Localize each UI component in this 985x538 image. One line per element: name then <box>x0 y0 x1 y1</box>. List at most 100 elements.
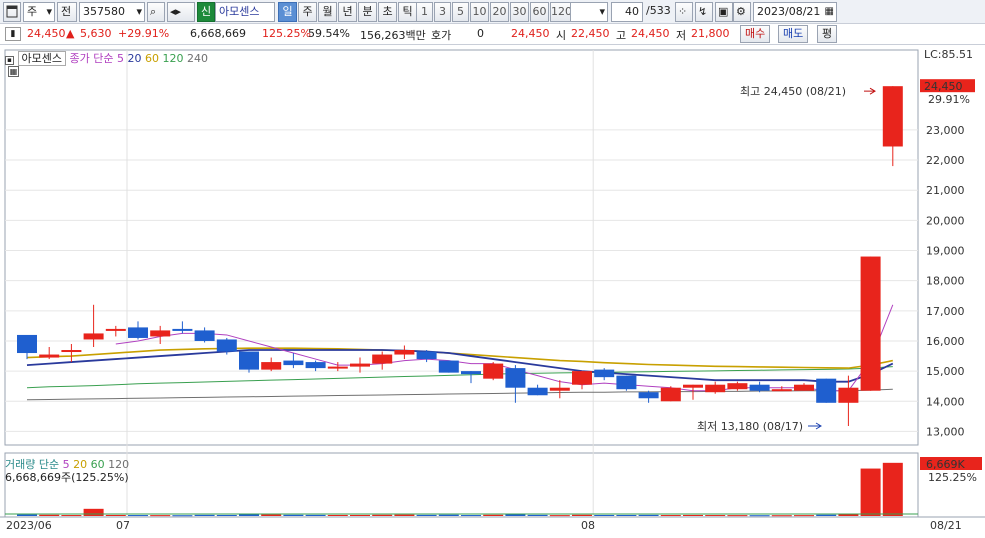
period-tab-2[interactable]: 월 <box>318 2 337 22</box>
x-tick-label: 08/21 <box>930 519 962 532</box>
chart-type-icon[interactable]: ▮ <box>5 27 21 41</box>
y-tick-label: 16,000 <box>926 335 965 348</box>
quote-bar: ▮ 24,450 ▲ 5,630 +29.91% 6,668,669 125.2… <box>0 24 985 45</box>
y-tick-label: 20,000 <box>926 214 965 227</box>
x-tick-label: 07 <box>116 519 130 532</box>
gear-icon[interactable]: ⚙ <box>733 2 751 22</box>
volume-bar <box>594 514 615 516</box>
turnover-rate: 59.54% <box>308 27 350 40</box>
minute-tab-30[interactable]: 30 <box>510 2 529 22</box>
hoga-label: 호가 <box>431 29 452 42</box>
volume-bar <box>416 514 437 516</box>
candle-body <box>172 328 193 331</box>
period-tab-3[interactable]: 년 <box>338 2 357 22</box>
candle-body <box>216 339 237 352</box>
minute-tab-20[interactable]: 20 <box>490 2 509 22</box>
toolbar: 주 ▾ 전 357580 ▾ ⌕ ◂▸ 신 아모센스 일주월년분초틱 1 3 5 10 20… <box>0 0 985 24</box>
low-price: 21,800 <box>691 27 730 40</box>
candle-body <box>816 378 837 403</box>
high-label: 고 <box>616 29 627 42</box>
history-arrows-icon[interactable]: ◂▸ <box>167 2 195 22</box>
period-tab-4[interactable]: 분 <box>358 2 377 22</box>
grid-table-icon[interactable]: ▦ <box>8 66 19 77</box>
date-input[interactable]: 2023/08/21 ▦ <box>753 2 837 22</box>
volume-bar <box>150 515 171 517</box>
candle-body <box>794 384 814 391</box>
volume-bar <box>261 514 282 516</box>
minute-tab-5[interactable]: 5 <box>452 2 469 22</box>
hoga-price: 24,450 <box>511 27 550 40</box>
interval-select[interactable]: ▾ <box>570 2 608 22</box>
ma-period-20: 20 <box>123 52 142 65</box>
sell-button[interactable]: 매도 <box>778 25 809 43</box>
last-price-text: 24,450 <box>924 80 963 93</box>
chart-check-icon[interactable]: ↯ <box>695 2 713 22</box>
candle-body <box>61 350 82 353</box>
market-type-select[interactable]: 주 ▾ <box>23 2 55 22</box>
window-icon[interactable] <box>3 2 21 22</box>
candle-body <box>327 366 348 369</box>
calendar-icon: ▦ <box>824 6 834 17</box>
x-tick-label: 08 <box>581 519 595 532</box>
period-tab-0[interactable]: 일 <box>278 2 297 22</box>
eval-button[interactable]: 평 <box>817 25 838 43</box>
minute-tab-3[interactable]: 3 <box>434 2 451 22</box>
minute-tab-60[interactable]: 60 <box>530 2 549 22</box>
volume-bar <box>483 514 504 516</box>
volume-bar <box>394 514 415 516</box>
period-tab-1[interactable]: 주 <box>298 2 317 22</box>
candle-body <box>771 389 792 392</box>
candle-body <box>394 350 415 355</box>
dots-icon[interactable]: ⁘ <box>675 2 693 22</box>
volume-bar <box>749 515 770 517</box>
candle-body <box>882 86 903 147</box>
search-icon[interactable]: ⌕ <box>147 2 165 22</box>
candle-body <box>505 368 526 388</box>
volume-bar <box>816 514 837 516</box>
volume-rate: 125.25% <box>262 27 311 40</box>
minute-tab-120[interactable]: 120 <box>550 2 572 22</box>
buy-button[interactable]: 매수 <box>740 25 771 43</box>
volume-bar <box>105 514 126 516</box>
minute-tab-10[interactable]: 10 <box>470 2 489 22</box>
candle-body <box>283 360 304 366</box>
volume-bar <box>461 515 481 517</box>
candle-body <box>572 371 592 385</box>
period-tab-5[interactable]: 초 <box>378 2 397 22</box>
volume-bar <box>305 514 326 516</box>
y-tick-label: 22,000 <box>926 154 965 167</box>
lc-label: LC:85.51 <box>924 48 973 61</box>
candle-body <box>372 354 393 364</box>
period-tab-6[interactable]: 틱 <box>398 2 417 22</box>
candle-body <box>438 360 459 373</box>
candle-body <box>461 371 481 375</box>
current-price: 24,450 <box>27 27 66 40</box>
candle-body <box>305 362 326 369</box>
volume-bar <box>771 515 792 517</box>
prev-button[interactable]: 전 <box>57 2 77 22</box>
candle-body <box>549 387 570 391</box>
candle-body <box>638 392 659 399</box>
price-chart[interactable]: 13,000 14,000 15,000 16,000 17,000 18,000 19,0… <box>0 45 985 538</box>
ma-periods: 5 20 60 120 240 <box>117 52 208 65</box>
trade-amount: 156,263백만 <box>360 29 426 42</box>
ma-period-5: 5 <box>116 52 124 65</box>
stock-code-input[interactable]: 357580 ▾ <box>79 2 145 22</box>
volume-bar <box>660 515 681 517</box>
y-tick-label: 23,000 <box>926 124 965 137</box>
panel-stock-name: 아모센스 <box>17 51 66 66</box>
candle-body <box>483 363 504 379</box>
volume-bar <box>327 514 348 516</box>
y-tick-label: 14,000 <box>926 395 965 408</box>
high-price: 24,450 <box>631 27 670 40</box>
chevron-down-icon: ▾ <box>136 5 142 18</box>
volume-bar <box>216 514 237 516</box>
volume-bar <box>61 515 82 517</box>
view-count-input[interactable]: 40 <box>611 2 643 22</box>
save-icon[interactable]: ▣ <box>715 2 733 22</box>
stock-code: 357580 <box>83 5 125 18</box>
volume-bar <box>17 514 37 516</box>
last-rate-text: 29.91% <box>928 93 970 106</box>
panel-toggle-icon[interactable]: ▪ <box>5 56 14 65</box>
minute-tab-1[interactable]: 1 <box>416 2 433 22</box>
